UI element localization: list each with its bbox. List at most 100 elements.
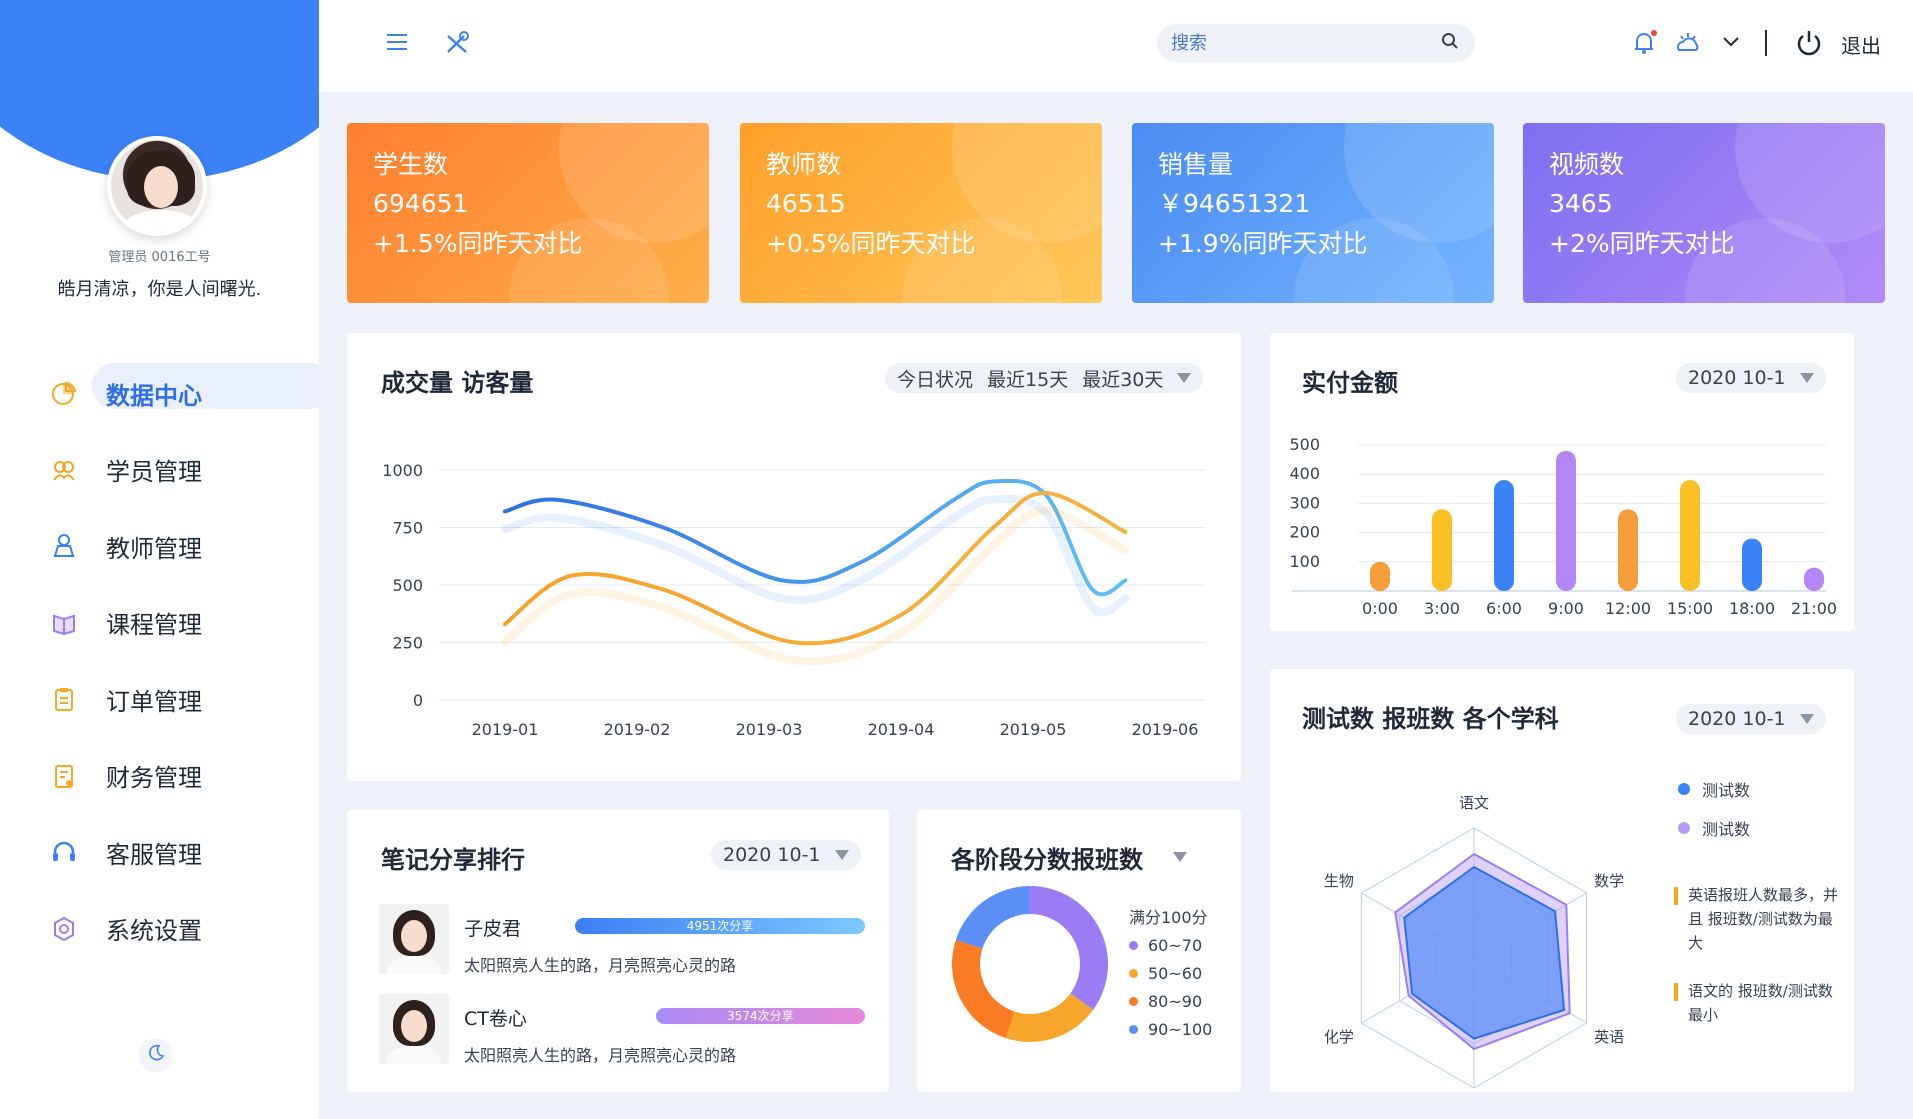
x-tick-label: 2019-01: [472, 720, 539, 739]
legend-label: 80~90: [1148, 992, 1203, 1011]
finance-doc-icon: [50, 762, 78, 790]
x-tick-label: 2019-02: [604, 720, 671, 739]
bar: [1494, 480, 1514, 591]
pie-slice: [952, 939, 1015, 1039]
search-icon[interactable]: [1441, 32, 1459, 54]
clipboard-icon: [50, 685, 78, 713]
sidebar-item-orders[interactable]: 订单管理: [0, 661, 319, 738]
x-tick-label: 0:00: [1362, 599, 1398, 618]
x-tick-label: 15:00: [1667, 599, 1713, 618]
stat-card-videos[interactable]: 视频数 3465 +2%同昨天对比: [1523, 123, 1885, 303]
top-bar: 退出: [319, 0, 1913, 92]
notes-date-select[interactable]: 2020 10-1: [711, 840, 861, 870]
bar: [1804, 567, 1824, 591]
rank-description: 太阳照亮人生的路，月亮照亮心灵的路: [464, 1046, 737, 1065]
bar: [1618, 509, 1638, 591]
moon-icon: [146, 1043, 166, 1067]
y-tick-label: 300: [1289, 493, 1320, 512]
legend-swatch: [1129, 969, 1138, 978]
gear-icon: [50, 915, 78, 943]
theme-toggle-button[interactable]: [139, 1038, 173, 1072]
chevron-down-icon[interactable]: [1721, 32, 1741, 56]
sidebar-item-data-center[interactable]: 数据中心: [0, 355, 319, 432]
radar-chart: 语文数学英语物理化学生物: [1324, 794, 1624, 1089]
sidebar-item-courses[interactable]: 课程管理: [0, 585, 319, 662]
legend-item: 测试数: [1678, 816, 1750, 840]
bar: [1432, 509, 1452, 591]
radar-date-select[interactable]: 2020 10-1: [1676, 704, 1826, 734]
stat-title: 销售量: [1158, 150, 1234, 179]
y-tick-label: 0: [413, 691, 423, 710]
search-input[interactable]: [1171, 32, 1441, 54]
share-count-bar: 4951次分享: [575, 918, 865, 934]
bar: [1742, 538, 1762, 591]
sidebar-item-label: 数据中心: [106, 381, 202, 410]
caret-down-icon: [834, 850, 849, 860]
radar-axis-label: 英语: [1594, 1028, 1624, 1046]
share-count-bar: 3574次分享: [655, 1008, 865, 1024]
x-tick-label: 2019-06: [1132, 720, 1199, 739]
sidebar-item-label: 客服管理: [106, 840, 202, 869]
user-role: 管理员 0016工号: [108, 250, 211, 265]
stat-value: ￥94651321: [1158, 188, 1311, 218]
sidebar-item-finance[interactable]: 财务管理: [0, 738, 319, 815]
menu-icon[interactable]: [385, 30, 409, 58]
logout-link[interactable]: 退出: [1841, 30, 1881, 59]
pie-chart-icon: [50, 379, 78, 407]
bar: [1556, 450, 1576, 591]
sidebar-item-label: 系统设置: [106, 917, 202, 946]
stat-title: 教师数: [766, 150, 842, 179]
pie-slice: [955, 886, 1030, 949]
y-tick-label: 250: [392, 634, 423, 653]
rank-name: CT卷心: [464, 1008, 527, 1030]
notes-ranking-panel: 笔记分享排行 2020 10-1 子皮君 4951次分享 太阳照亮人生的路，月亮…: [347, 810, 889, 1092]
payment-panel: 实付金额 2020 10-1 100 200 300 400 500 0:00 3:00 6:…: [1270, 333, 1854, 631]
power-icon[interactable]: [1794, 28, 1824, 62]
radar-axis-label: 化学: [1324, 1028, 1354, 1046]
stat-card-students[interactable]: 学生数 694651 +1.5%同昨天对比: [347, 123, 709, 303]
legend-item: 50~60: [1129, 964, 1202, 983]
teacher-icon: [50, 532, 78, 560]
avatar[interactable]: [107, 136, 207, 236]
stat-change: +1.5%同昨天对比: [373, 228, 583, 258]
user-motto: 皓月清凉，你是人间曙光.: [57, 279, 262, 300]
stat-value: 3465: [1549, 188, 1613, 218]
y-tick-label: 500: [392, 576, 423, 595]
sidebar-item-settings[interactable]: 系统设置: [0, 891, 319, 968]
sidebar-item-label: 教师管理: [106, 534, 202, 563]
y-tick-label: 400: [1289, 464, 1320, 483]
legend-swatch: [1129, 1025, 1138, 1034]
weather-icon[interactable]: [1675, 30, 1701, 60]
sidebar-item-students[interactable]: 学员管理: [0, 432, 319, 509]
rank-description: 太阳照亮人生的路，月亮照亮心灵的路: [464, 956, 737, 975]
list-item[interactable]: 子皮君 4951次分享 太阳照亮人生的路，月亮照亮心灵的路: [379, 904, 865, 976]
stat-card-sales[interactable]: 销售量 ￥94651321 +1.9%同昨天对比: [1132, 123, 1494, 303]
stat-card-teachers[interactable]: 教师数 46515 +0.5%同昨天对比: [740, 123, 1102, 303]
selected-date: 2020 10-1: [1688, 708, 1786, 730]
stat-change: +1.9%同昨天对比: [1158, 228, 1368, 258]
legend-item: 80~90: [1129, 992, 1202, 1011]
radar-note: 语文的 报班数/测试数最小: [1674, 979, 1844, 1027]
radar-note: 英语报班人数最多，并且 报班数/测试数为最大: [1674, 883, 1844, 955]
trend-panel: 成交量 访客量 今日状况 最近15天 最近30天 0 250 500 750 1000 2…: [347, 333, 1241, 781]
book-icon: [50, 609, 78, 637]
sidebar-item-label: 财务管理: [106, 764, 202, 793]
score-panel: 各阶段分数报班数 满分100分 60~70 50~60 80~90 90~100: [917, 810, 1241, 1092]
x-tick-label: 21:00: [1791, 599, 1837, 618]
radar-axis-label: 语文: [1459, 794, 1489, 812]
selected-date: 2020 10-1: [723, 844, 821, 866]
notification-dot: [1651, 30, 1657, 36]
x-tick-label: 3:00: [1424, 599, 1460, 618]
stat-value: 694651: [373, 188, 469, 218]
stat-title: 视频数: [1549, 150, 1625, 179]
series-line-shadow: [501, 507, 1130, 666]
sidebar-item-support[interactable]: 客服管理: [0, 814, 319, 891]
list-item[interactable]: CT卷心 3574次分享 太阳照亮人生的路，月亮照亮心灵的路: [379, 994, 865, 1066]
sidebar-item-teachers[interactable]: 教师管理: [0, 508, 319, 585]
y-tick-label: 750: [392, 519, 423, 538]
sidebar-item-label: 课程管理: [106, 611, 202, 640]
legend-label: 60~70: [1148, 936, 1203, 955]
sidebar: 管理员 0016工号 皓月清凉，你是人间曙光. 数据中心 学员管理 教师管理 课…: [0, 0, 319, 1119]
tools-icon[interactable]: [444, 30, 470, 60]
y-tick-label: 1000: [382, 461, 423, 480]
